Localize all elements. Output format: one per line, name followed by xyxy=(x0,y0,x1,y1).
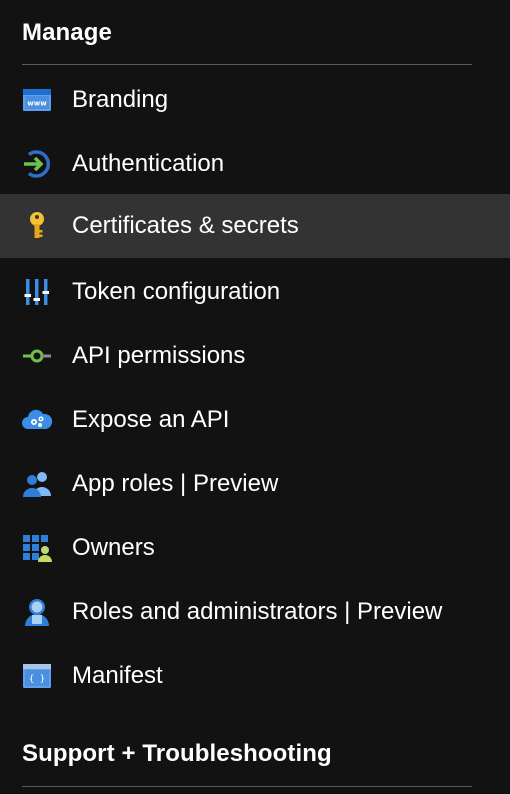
sidebar-item-manifest[interactable]: { } Manifest xyxy=(0,644,510,708)
sidebar-item-roles-administrators[interactable]: Roles and administrators | Preview xyxy=(0,580,510,644)
users-icon xyxy=(21,468,53,500)
sidebar-item-label: Certificates & secrets xyxy=(72,212,299,239)
sidebar-item-api-permissions[interactable]: API permissions xyxy=(0,324,510,388)
sidebar-panel: Manage www Branding Authentication Certi… xyxy=(0,0,510,794)
owners-grid-icon xyxy=(21,532,53,564)
cloud-gear-icon xyxy=(21,404,53,436)
sidebar-item-label: Expose an API xyxy=(72,406,230,433)
branding-window-icon: www xyxy=(21,84,53,116)
manage-section-header: Manage xyxy=(22,19,112,46)
sidebar-item-authentication[interactable]: Authentication xyxy=(0,132,510,196)
authentication-arrow-icon xyxy=(21,148,53,180)
sidebar-item-label: Manifest xyxy=(72,662,163,689)
sidebar-item-label: API permissions xyxy=(72,342,246,369)
api-permissions-icon xyxy=(21,340,53,372)
sidebar-item-label: Roles and administrators | Preview xyxy=(72,598,443,625)
sidebar-item-label: Owners xyxy=(72,534,155,561)
sidebar-item-label: Token configuration xyxy=(72,278,281,305)
sliders-icon xyxy=(21,276,53,308)
sidebar-item-expose-an-api[interactable]: Expose an API xyxy=(0,388,510,452)
sidebar-item-label: Authentication xyxy=(72,150,225,177)
support-divider xyxy=(22,786,472,787)
key-icon xyxy=(21,210,53,242)
sidebar-item-owners[interactable]: Owners xyxy=(0,516,510,580)
svg-text:www: www xyxy=(27,100,47,108)
sidebar-item-token-configuration[interactable]: Token configuration xyxy=(0,260,510,324)
manage-divider xyxy=(22,64,472,65)
sidebar-item-label: Branding xyxy=(72,86,169,113)
sidebar-item-app-roles[interactable]: App roles | Preview xyxy=(0,452,510,516)
admin-user-icon xyxy=(21,596,53,628)
sidebar-item-certificates-secrets[interactable]: Certificates & secrets xyxy=(0,194,510,258)
sidebar-item-branding[interactable]: www Branding xyxy=(0,68,510,132)
support-section-header: Support + Troubleshooting xyxy=(22,740,332,767)
manifest-code-icon: { } xyxy=(21,660,53,692)
sidebar-item-label: App roles | Preview xyxy=(72,470,279,497)
svg-text:{ }: { } xyxy=(29,675,45,685)
